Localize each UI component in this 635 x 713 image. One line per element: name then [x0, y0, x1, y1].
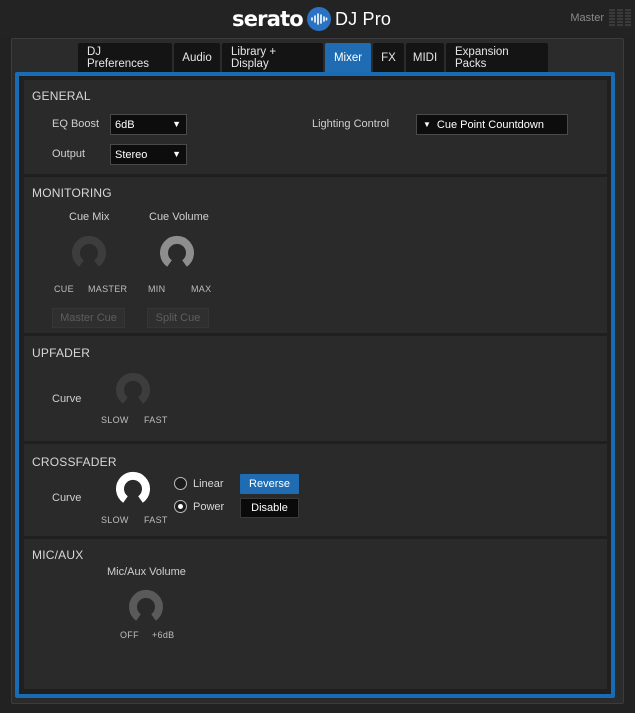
output-value: Stereo: [115, 148, 148, 161]
cue-mix-min-label: CUE: [54, 284, 74, 294]
dropdown-arrow-icon: ▼: [172, 149, 181, 159]
dropdown-arrow-icon: ▼: [423, 120, 431, 129]
master-level-meter: [609, 9, 631, 27]
cue-volume-min-label: MIN: [148, 284, 166, 294]
general-section: GENERAL EQ Boost 6dB ▼ Output Stereo ▼ L…: [24, 80, 607, 174]
serato-logo: serato DJ Pro: [232, 5, 391, 33]
crossfader-curve-knob[interactable]: [115, 470, 151, 506]
mic-aux-volume-knob[interactable]: [128, 588, 164, 624]
crossfader-fast-label: FAST: [144, 515, 168, 525]
master-cue-button[interactable]: Master Cue: [52, 308, 125, 328]
linear-label: Linear: [193, 477, 224, 490]
tab-dj-preferences[interactable]: DJ Preferences: [78, 43, 172, 73]
power-label: Power: [193, 500, 225, 513]
cue-mix-max-label: MASTER: [88, 284, 128, 294]
monitoring-title: MONITORING: [32, 186, 112, 200]
crossfader-title: CROSSFADER: [32, 455, 117, 469]
general-title: GENERAL: [32, 89, 91, 103]
eq-boost-label: EQ Boost: [52, 118, 100, 130]
crossfader-slow-label: SLOW: [101, 515, 129, 525]
tab-mixer[interactable]: Mixer: [325, 43, 371, 73]
upfader-curve-knob: [115, 371, 151, 407]
lighting-control-value: Cue Point Countdown: [436, 118, 544, 131]
cue-mix-knob: [71, 234, 107, 270]
mic-aux-max-label: +6dB: [152, 630, 175, 640]
tab-expansion-packs[interactable]: Expansion Packs: [446, 43, 548, 73]
upfader-curve-label: Curve: [52, 393, 82, 405]
crossfader-linear-radio[interactable]: Linear: [174, 477, 224, 490]
split-cue-button[interactable]: Split Cue: [147, 308, 209, 328]
serato-emblem-icon: [306, 7, 331, 31]
reverse-button[interactable]: Reverse: [240, 474, 299, 494]
cue-volume-knob[interactable]: [159, 234, 195, 270]
tab-audio[interactable]: Audio: [174, 43, 220, 73]
monitoring-section: MONITORING Cue Mix Cue Volume CUE MASTER…: [24, 177, 607, 333]
eq-boost-dropdown[interactable]: 6dB ▼: [110, 114, 187, 135]
crossfader-power-radio[interactable]: Power: [174, 500, 224, 513]
output-dropdown[interactable]: Stereo ▼: [110, 144, 187, 165]
dropdown-arrow-icon: ▼: [172, 119, 181, 129]
cue-volume-label: Cue Volume: [149, 211, 209, 223]
mic-aux-section: MIC/AUX Mic/Aux Volume OFF +6dB: [24, 539, 607, 689]
upfader-title: UPFADER: [32, 346, 91, 360]
lighting-control-label: Lighting Control: [312, 118, 390, 130]
tab-library-display[interactable]: Library + Display: [222, 43, 323, 73]
mic-aux-title: MIC/AUX: [32, 548, 84, 562]
mixer-preferences-panel: GENERAL EQ Boost 6dB ▼ Output Stereo ▼ L…: [15, 72, 615, 698]
tab-fx[interactable]: FX: [373, 43, 404, 73]
product-name: DJ Pro: [334, 8, 392, 29]
preferences-tabs: DJ Preferences Audio Library + Display M…: [78, 43, 548, 73]
master-label: Master: [570, 12, 604, 24]
eq-boost-value: 6dB: [115, 118, 135, 131]
title-bar: serato DJ Pro Master: [0, 0, 635, 38]
disable-button[interactable]: Disable: [240, 498, 299, 518]
brand-wordmark: serato: [232, 7, 304, 31]
mic-aux-volume-label: Mic/Aux Volume: [107, 566, 186, 578]
radio-unselected-icon: [174, 477, 187, 490]
upfader-section: UPFADER Curve SLOW FAST: [24, 336, 607, 441]
upfader-slow-label: SLOW: [101, 415, 129, 425]
crossfader-section: CROSSFADER Curve SLOW FAST Linear Power …: [24, 444, 607, 536]
radio-selected-icon: [174, 500, 187, 513]
cue-volume-max-label: MAX: [191, 284, 212, 294]
output-label: Output: [52, 148, 86, 160]
mic-aux-off-label: OFF: [120, 630, 139, 640]
lighting-control-dropdown[interactable]: ▼ Cue Point Countdown: [416, 114, 568, 135]
upfader-fast-label: FAST: [144, 415, 168, 425]
crossfader-curve-label: Curve: [52, 492, 82, 504]
tab-midi[interactable]: MIDI: [406, 43, 444, 73]
cue-mix-label: Cue Mix: [69, 211, 110, 223]
